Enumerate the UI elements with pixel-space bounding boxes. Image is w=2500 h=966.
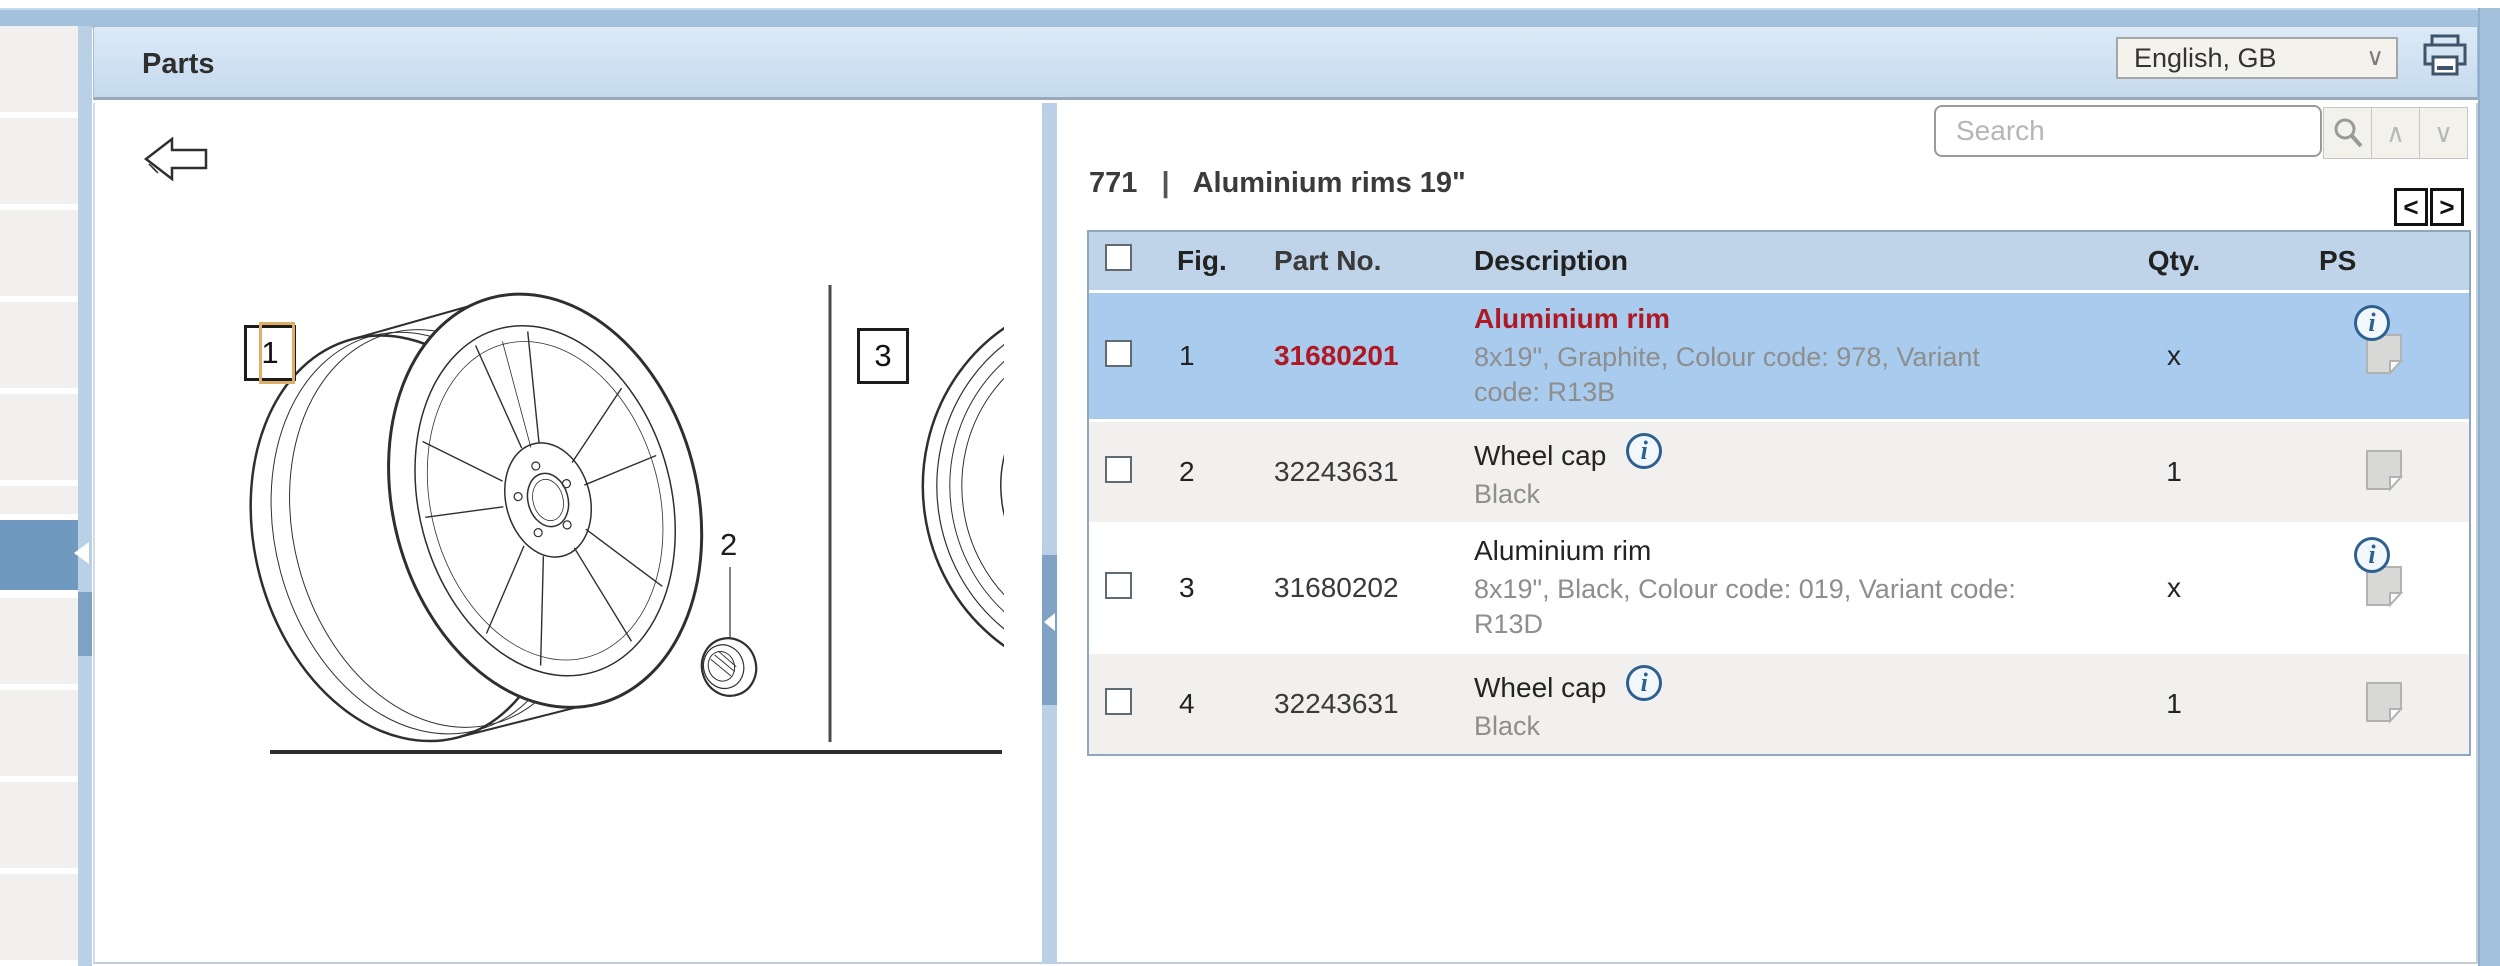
window-frame-top — [0, 8, 2500, 28]
info-icon[interactable]: i — [2354, 305, 2390, 341]
language-selector-value: English, GB — [2134, 42, 2277, 73]
chevron-up-icon: ∧ — [2385, 117, 2406, 148]
parts-list-panel: ∧ ∨ 771 | Aluminium rims 19" < > — [1087, 103, 2473, 964]
qty-value: x — [2167, 340, 2181, 371]
print-button[interactable] — [2421, 33, 2469, 79]
info-icon[interactable]: i — [1626, 664, 1663, 701]
column-header-qty: Qty. — [2147, 245, 2201, 276]
column-header-ps: PS — [2319, 245, 2357, 276]
back-arrow-icon[interactable] — [142, 133, 214, 185]
content-area: 1 3 2 Search ∧ ∨ 771 | Aluminium rims 19… — [93, 103, 2478, 964]
callout-highlight — [259, 322, 295, 384]
part-detail: Black — [1474, 710, 1541, 741]
parts-header-bar: Parts English, GB ∨ — [93, 26, 2478, 100]
part-name: Aluminium rim — [1474, 302, 1671, 334]
splitter-collapse-arrow-icon[interactable] — [1044, 613, 1055, 631]
qty-value: 1 — [2166, 456, 2182, 487]
sidebar-item[interactable] — [0, 394, 78, 480]
note-icon[interactable] — [2364, 448, 2404, 497]
chevron-down-icon: ∨ — [2366, 44, 2384, 71]
column-header-description: Description — [1474, 245, 1629, 276]
sidebar-item[interactable] — [0, 690, 78, 776]
sidebar-item[interactable] — [0, 210, 78, 296]
table-row[interactable]: 3 31680202 Aluminium rim 8x19", Black, C… — [1089, 522, 2469, 651]
diagram-callout-1[interactable]: 1 — [244, 322, 296, 384]
left-sidebar — [0, 26, 92, 966]
next-page-button[interactable]: > — [2430, 188, 2464, 226]
page-title: Parts — [142, 48, 215, 80]
section-number: 771 — [1089, 167, 1138, 199]
search-input[interactable] — [1934, 105, 2322, 157]
sidebar-item[interactable] — [0, 118, 78, 204]
wheel-cap-drawing — [700, 637, 758, 697]
diagram-callout-2: 2 — [720, 527, 737, 562]
row-checkbox[interactable] — [1105, 572, 1132, 599]
callout-label: 3 — [874, 338, 892, 373]
language-selector[interactable]: English, GB ∨ — [2116, 37, 2398, 79]
part-detail: 8x19", Black, Colour code: 019, Variant … — [1474, 573, 2016, 639]
parts-window: Parts English, GB ∨ 1 3 2 Search ∧ ∨ 771… — [93, 26, 2478, 966]
chevron-down-icon: ∨ — [2433, 117, 2454, 148]
part-number[interactable]: 32243631 — [1239, 688, 1449, 720]
row-checkbox[interactable] — [1105, 456, 1132, 483]
part-name: Wheel cap i — [1474, 664, 2099, 704]
part-detail: Black — [1474, 478, 1541, 509]
parts-catalog-screen: Parts English, GB ∨ 1 3 2 Search ∧ ∨ 771… — [0, 0, 2500, 966]
row-checkbox[interactable] — [1105, 688, 1132, 715]
column-header-part-no: Part No. — [1274, 245, 1382, 276]
table-header-row: Fig. Part No. Description Qty. PS — [1089, 232, 2469, 290]
section-divider: | — [1161, 167, 1170, 199]
table-row[interactable]: 4 32243631 Wheel cap i Black 1 — [1089, 651, 2469, 754]
sidebar-item[interactable] — [0, 874, 78, 960]
diagram-callout-3[interactable]: 3 — [857, 328, 909, 384]
sidebar-item[interactable] — [0, 486, 78, 514]
part-detail: 8x19", Graphite, Colour code: 978, Varia… — [1474, 341, 1980, 407]
page-navigation: < > — [2394, 188, 2464, 226]
table-row[interactable]: 2 32243631 Wheel cap i Black 1 — [1089, 419, 2469, 522]
illustration-panel: 1 3 2 — [102, 103, 1042, 943]
search-next-button[interactable]: ∨ — [2419, 107, 2468, 159]
info-icon[interactable]: i — [1626, 432, 1663, 469]
search-button[interactable] — [2323, 107, 2372, 159]
fig-number: 4 — [1179, 688, 1195, 719]
sidebar-collapse-arrow-icon[interactable] — [74, 542, 89, 564]
parts-table: Fig. Part No. Description Qty. PS 1 3168… — [1087, 230, 2471, 756]
fig-number: 3 — [1179, 572, 1195, 603]
info-icon[interactable]: i — [2354, 537, 2390, 573]
previous-page-button[interactable]: < — [2394, 188, 2428, 226]
panel-splitter[interactable] — [1042, 103, 1057, 964]
section-name: Aluminium rims 19" — [1192, 167, 1466, 199]
select-all-checkbox[interactable] — [1105, 244, 1132, 271]
part-number[interactable]: 31680202 — [1239, 572, 1449, 604]
sidebar-item[interactable] — [0, 26, 78, 112]
fig-number: 2 — [1179, 456, 1195, 487]
wheel-line-drawing: 2 — [249, 285, 1004, 754]
fig-number: 1 — [1179, 340, 1195, 371]
part-number[interactable]: 32243631 — [1239, 456, 1449, 488]
printer-icon — [2423, 34, 2467, 76]
window-frame-right-scrollbar[interactable] — [2478, 8, 2500, 966]
search-icon — [2334, 118, 2362, 148]
sidebar-item[interactable] — [0, 782, 78, 868]
sidebar-item[interactable] — [0, 302, 78, 388]
search-controls: ∧ ∨ — [2323, 107, 2468, 159]
qty-value: x — [2167, 572, 2181, 603]
note-icon[interactable] — [2364, 680, 2404, 729]
sidebar-scrollbar[interactable] — [78, 26, 92, 966]
part-name: Aluminium rim — [1474, 534, 1652, 566]
sidebar-item[interactable] — [0, 598, 78, 684]
column-header-fig: Fig. — [1177, 245, 1227, 276]
part-name: Wheel cap i — [1474, 432, 2099, 472]
qty-value: 1 — [2166, 688, 2182, 719]
part-number[interactable]: 31680201 — [1239, 340, 1449, 372]
sidebar-scrollbar-thumb[interactable] — [78, 592, 92, 656]
table-row[interactable]: 1 31680201 Aluminium rim 8x19", Graphite… — [1089, 290, 2469, 419]
section-title: 771 | Aluminium rims 19" — [1089, 167, 1466, 200]
search-prev-button[interactable]: ∧ — [2371, 107, 2420, 159]
row-checkbox[interactable] — [1105, 340, 1132, 367]
wheel-partial-drawing — [921, 294, 1004, 682]
